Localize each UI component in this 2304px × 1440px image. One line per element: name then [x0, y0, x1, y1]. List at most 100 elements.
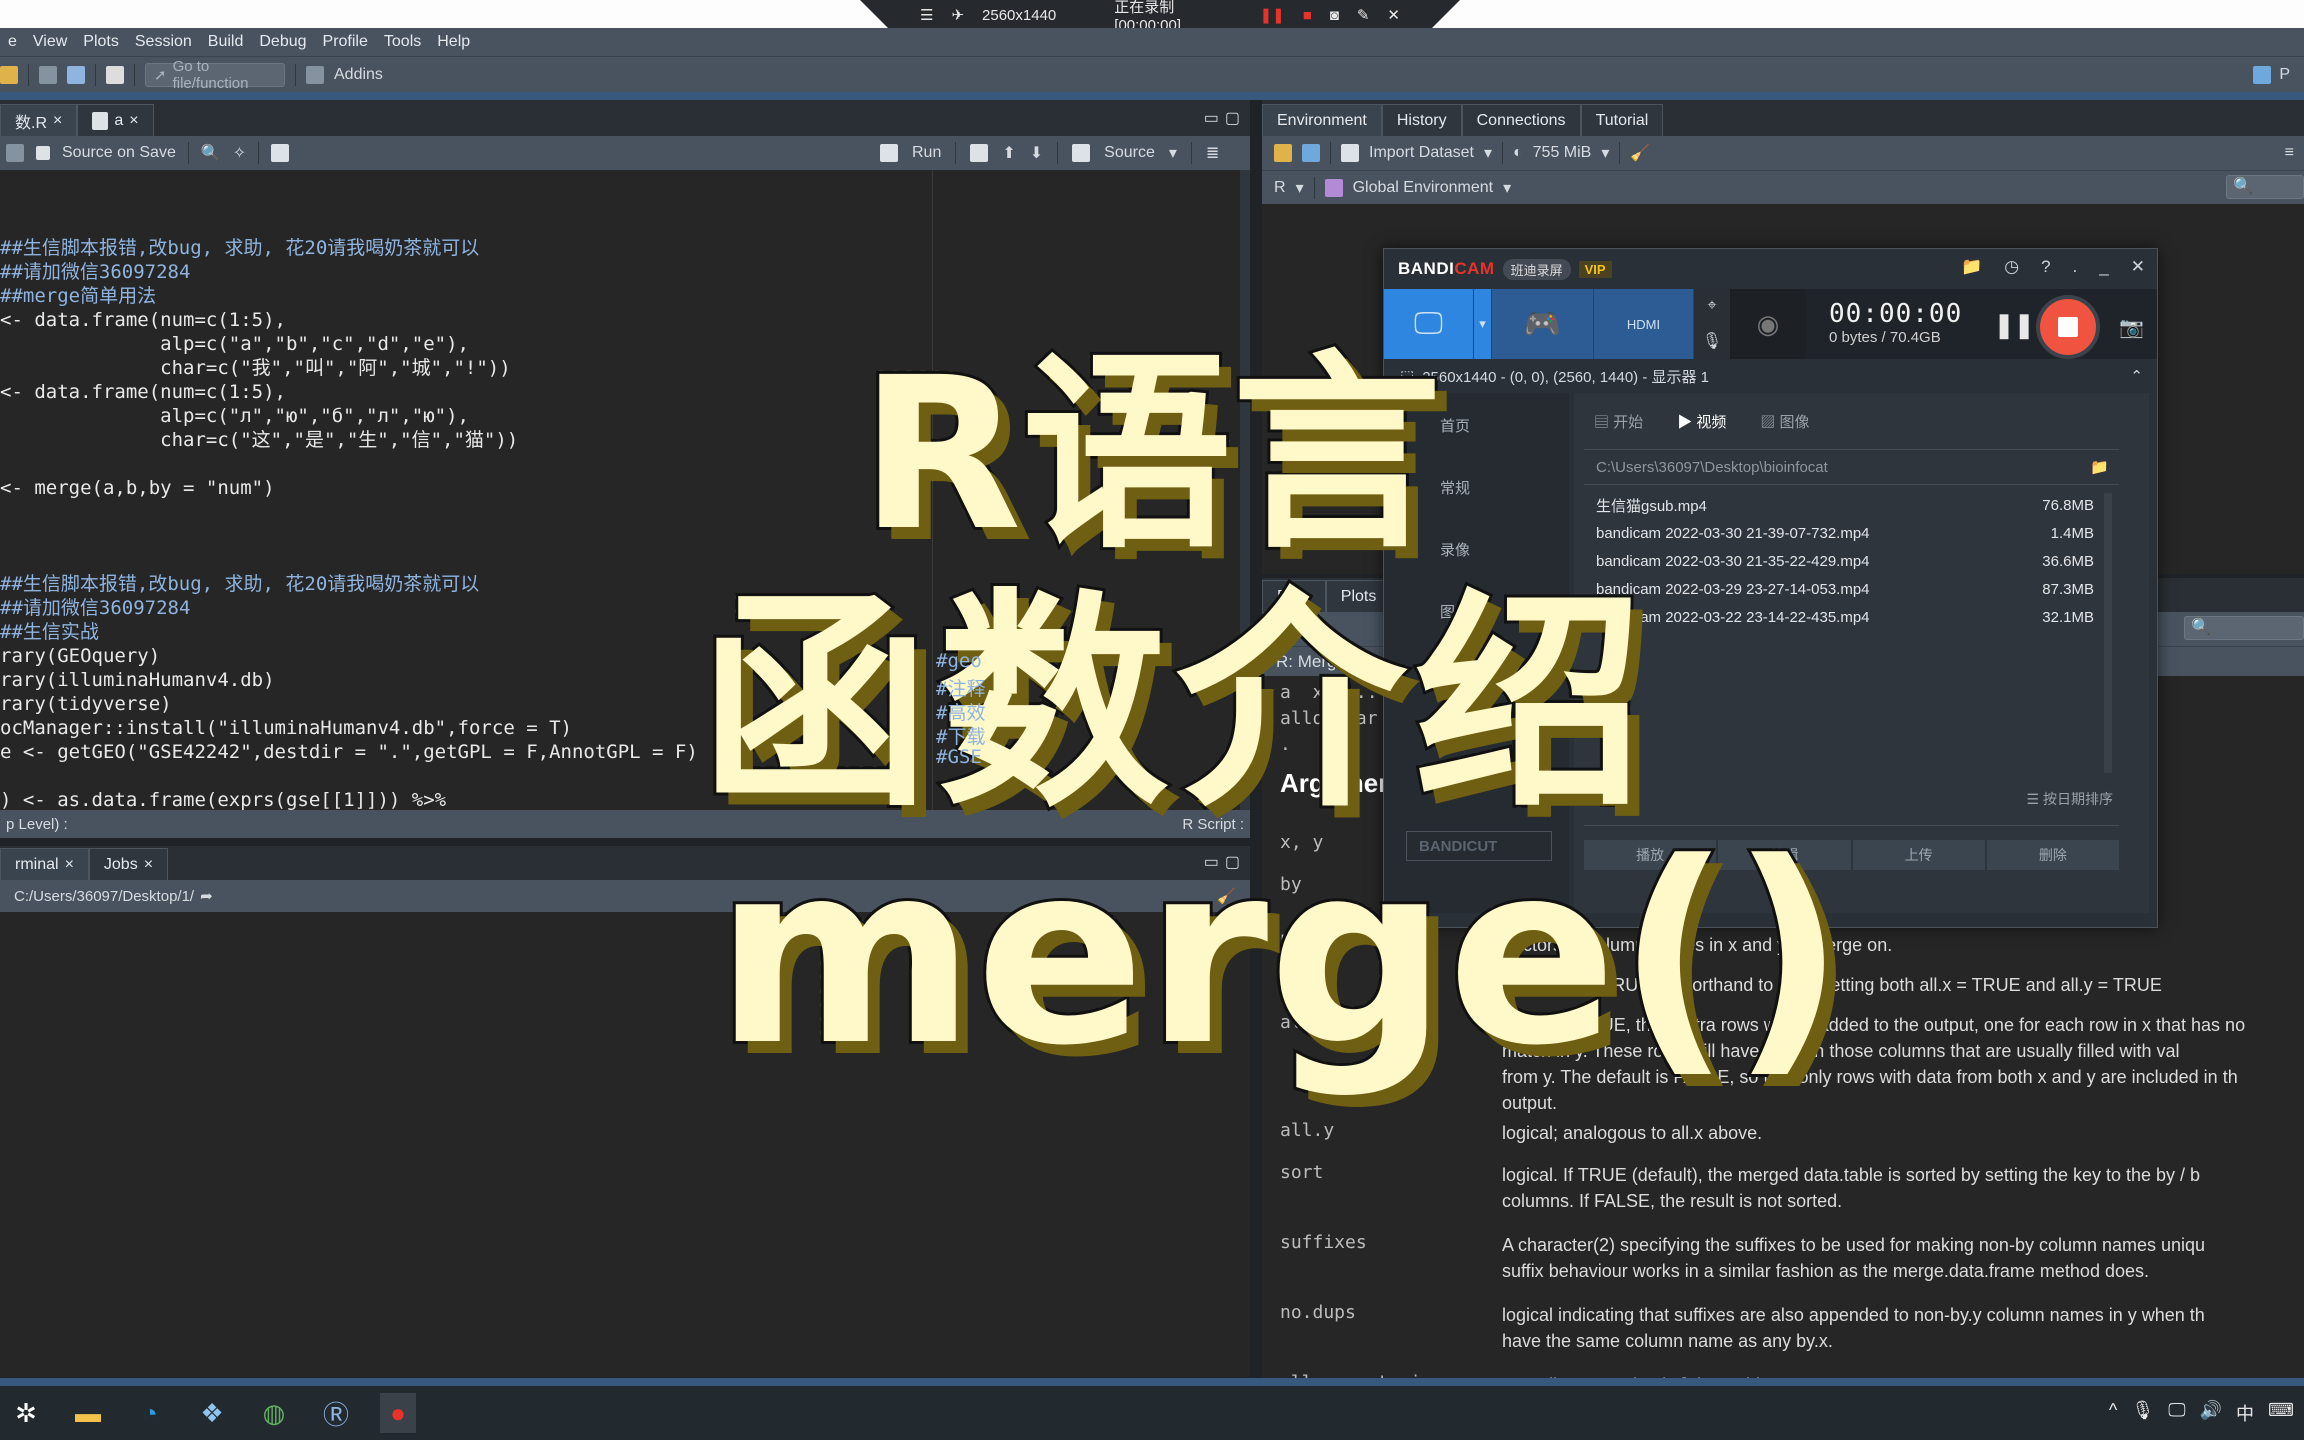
minimize-icon[interactable]: _ — [2099, 257, 2108, 277]
network-icon[interactable]: 🖵 — [2168, 1400, 2185, 1426]
game-mode-button[interactable]: 🎮 — [1492, 289, 1594, 359]
bandicam-taskbar-icon[interactable]: ● — [380, 1393, 416, 1433]
close-tab-icon[interactable]: × — [129, 112, 138, 130]
tab-image[interactable]: ▨ 图像 — [1760, 411, 1809, 432]
search-icon[interactable]: 🔍 — [201, 143, 221, 163]
grid-layout-icon[interactable] — [306, 65, 324, 84]
stop-record-button[interactable] — [2036, 295, 2100, 359]
goto-file-input[interactable]: ➚ Go to file/function — [145, 58, 285, 92]
minimize-pane-icon[interactable]: ▭ — [1204, 108, 1219, 128]
recording-file-row[interactable]: bandicam 2022-03-22 23-14-22-435.mp4 32.1… — [1584, 603, 2094, 631]
dropdown-icon[interactable]: ▾ — [1296, 178, 1304, 198]
tab-tutorial[interactable]: Tutorial — [1580, 104, 1664, 136]
print-icon[interactable] — [106, 65, 124, 84]
close-icon[interactable]: ✕ — [1387, 6, 1400, 24]
environment-selector[interactable]: Global Environment — [1353, 179, 1494, 197]
tab-jobs[interactable]: Jobs × — [88, 848, 169, 880]
import-dataset-button[interactable]: Import Dataset — [1369, 144, 1474, 162]
upload-button[interactable]: 上传 — [1852, 840, 1985, 870]
menu-session[interactable]: Session — [127, 33, 200, 51]
menu-tools[interactable]: Tools — [376, 33, 429, 51]
tab-start[interactable]: ▤ 开始 — [1594, 411, 1643, 432]
sidebar-item-home[interactable]: 首页 — [1440, 415, 1470, 436]
hdmi-mode-button[interactable]: HDMI — [1594, 289, 1694, 359]
recording-file-row[interactable]: bandicam 2022-03-30 21-35-22-429.mp4 36.6… — [1584, 547, 2094, 575]
tab-history[interactable]: History — [1381, 104, 1462, 136]
pause-icon[interactable]: ❚❚ — [1260, 6, 1285, 24]
compact-icon[interactable]: . — [2073, 257, 2078, 277]
help-search[interactable]: 🔍 — [2184, 616, 2304, 640]
pencil-icon[interactable]: ✎ — [1357, 6, 1370, 24]
list-view-icon[interactable]: ≡ — [2285, 144, 2294, 162]
maximize-pane-icon[interactable]: ▢ — [1225, 108, 1240, 128]
tab-connections[interactable]: Connections — [1461, 104, 1581, 136]
recording-file-row[interactable]: 生信猫gsub.mp4 76.8MB — [1584, 491, 2094, 519]
sidebar-item-general[interactable]: 常规 — [1440, 477, 1470, 498]
recordings-scrollbar[interactable] — [2104, 493, 2112, 773]
source-button[interactable]: Source — [1104, 144, 1155, 162]
open-folder-icon[interactable]: 📁 — [2090, 458, 2109, 476]
load-workspace-icon[interactable] — [1274, 144, 1292, 162]
pin-icon[interactable]: ✈ — [951, 6, 964, 24]
camera-icon[interactable]: ◙ — [1330, 7, 1339, 24]
menu-plots[interactable]: Plots — [75, 33, 127, 51]
tab-script[interactable]: 数.R × — [0, 104, 78, 136]
folder-icon[interactable]: 📁 — [1961, 257, 1982, 277]
rerun-icon[interactable] — [970, 144, 989, 162]
app-icon[interactable]: ❖ — [194, 1393, 230, 1433]
run-button[interactable]: Run — [912, 144, 941, 162]
rstudio-globe-icon[interactable]: ◍ — [256, 1393, 292, 1433]
dropdown-icon[interactable]: ▾ — [1503, 178, 1511, 198]
goto-directory-icon[interactable]: ➦ — [200, 887, 213, 905]
project-label[interactable]: P — [2279, 66, 2290, 84]
arrow-up-icon[interactable]: ⬆ — [1002, 143, 1015, 163]
save-all-icon[interactable] — [67, 65, 85, 84]
chevron-up-icon[interactable]: ^ — [2109, 1400, 2117, 1426]
outline-icon[interactable]: ≣ — [1206, 143, 1219, 163]
menu-icon[interactable]: ☰ — [920, 6, 933, 24]
menu-help[interactable]: Help — [429, 33, 478, 51]
recording-file-row[interactable]: bandicam 2022-03-30 21-39-07-732.mp4 1.4M… — [1584, 519, 2094, 547]
source-on-save-checkbox[interactable] — [36, 146, 50, 160]
arrow-down-icon[interactable]: ⬇ — [1030, 143, 1043, 163]
volume-icon[interactable]: 🔊 — [2200, 1400, 2222, 1426]
open-project-icon[interactable] — [0, 65, 18, 84]
memory-usage[interactable]: 755 MiB — [1533, 144, 1592, 162]
wand-icon[interactable]: ✧ — [233, 143, 246, 163]
tab-video[interactable]: ▶ 视频 — [1677, 411, 1726, 432]
webcam-button[interactable]: ◉ — [1730, 289, 1806, 359]
close-tab-icon[interactable]: × — [65, 856, 74, 874]
source-dropdown-icon[interactable]: ▾ — [1169, 143, 1177, 163]
microphone-icon[interactable]: 🎙 — [1702, 331, 1722, 351]
close-icon[interactable]: ✕ — [2131, 257, 2145, 277]
cursor-icon[interactable]: ⌖ — [1707, 297, 1716, 315]
notes-icon[interactable] — [271, 144, 290, 162]
save-icon[interactable] — [39, 65, 57, 84]
save-icon[interactable] — [6, 144, 24, 162]
menu-file[interactable]: e — [0, 33, 25, 51]
menu-view[interactable]: View — [25, 33, 75, 51]
r-icon[interactable]: Ⓡ — [318, 1393, 354, 1433]
edge-icon[interactable]: ◔ — [132, 1393, 168, 1433]
broom-icon[interactable]: 🧹 — [1630, 143, 1650, 163]
menu-build[interactable]: Build — [200, 33, 252, 51]
tab-data-a[interactable]: a × — [77, 104, 154, 136]
recording-file-row[interactable]: bandicam 2022-03-29 23-27-14-053.mp4 87.3… — [1584, 575, 2094, 603]
tab-environment[interactable]: Environment — [1262, 104, 1382, 136]
delete-button[interactable]: 删除 — [1986, 840, 2119, 870]
menu-profile[interactable]: Profile — [315, 33, 376, 51]
save-workspace-icon[interactable] — [1302, 144, 1320, 162]
menu-debug[interactable]: Debug — [251, 33, 314, 51]
sort-by-date-button[interactable]: ☰ 按日期排序 — [2027, 789, 2113, 809]
start-icon[interactable]: ✲ — [8, 1393, 44, 1433]
file-explorer-icon[interactable]: ▬ — [70, 1393, 106, 1433]
scope-indicator[interactable]: p Level) : — [6, 816, 68, 833]
language-selector[interactable]: R — [1274, 179, 1286, 197]
environment-search[interactable]: 🔍 — [2226, 175, 2304, 199]
close-tab-icon[interactable]: × — [144, 856, 153, 874]
help-icon[interactable]: ? — [2041, 257, 2050, 277]
addins-menu[interactable]: Addins — [334, 66, 383, 84]
dropdown-icon[interactable]: ▾ — [1484, 143, 1492, 163]
screen-mode-dropdown[interactable]: ▾ — [1474, 289, 1492, 359]
screenshot-button[interactable]: 📷 — [2119, 315, 2144, 340]
